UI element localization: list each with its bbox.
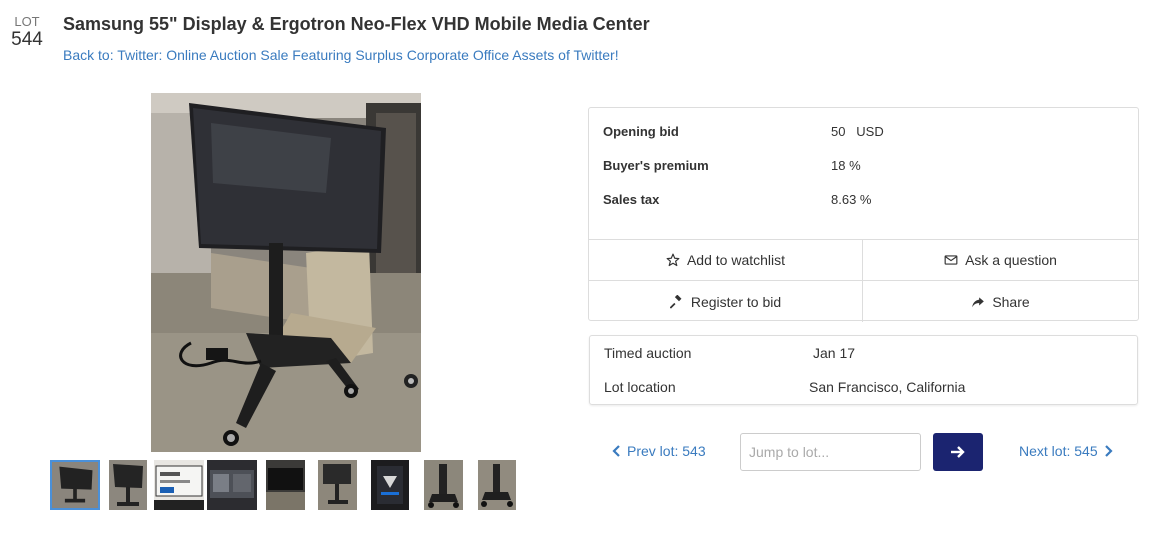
next-lot-link[interactable]: Next lot: 545 (1019, 443, 1114, 459)
auction-type-label: Timed auction (604, 345, 692, 361)
back-to-auction-link[interactable]: Back to: Twitter: Online Auction Sale Fe… (63, 47, 619, 63)
auction-info-card: Timed auction Jan 17 Lot location San Fr… (589, 335, 1138, 405)
page-title: Samsung 55" Display & Ergotron Neo-Flex … (63, 14, 650, 34)
register-to-bid-button[interactable]: Register to bid (589, 281, 863, 322)
thumbnail-9[interactable] (478, 460, 516, 510)
next-lot-label: Next lot: 545 (1019, 443, 1098, 459)
share-icon (972, 296, 985, 307)
add-to-watchlist-label: Add to watchlist (686, 252, 786, 268)
lot-badge: LOT 544 (10, 14, 44, 51)
thumbnail-1[interactable] (50, 460, 100, 510)
sales-tax-value: 8.63 % (831, 192, 872, 207)
thumbnail-3[interactable] (154, 460, 204, 510)
ask-question-label: Ask a question (965, 252, 1057, 268)
main-lot-photo (151, 93, 421, 452)
share-label: Share (992, 293, 1030, 310)
register-to-bid-label: Register to bid (690, 293, 782, 310)
add-to-watchlist-button[interactable]: Add to watchlist (589, 240, 863, 281)
lot-location-value: San Francisco, California (809, 379, 966, 395)
opening-bid-label: Opening bid (603, 124, 679, 139)
thumbnail-6[interactable] (318, 460, 357, 510)
sales-tax-label: Sales tax (603, 192, 660, 207)
gavel-icon (669, 294, 682, 309)
thumbnail-2[interactable] (109, 460, 147, 510)
chevron-right-icon (1104, 445, 1113, 457)
jump-go-button[interactable] (933, 433, 983, 471)
thumbnail-7[interactable] (371, 460, 409, 510)
share-button[interactable]: Share (863, 281, 1138, 322)
star-icon (666, 253, 680, 267)
main-lot-image[interactable] (151, 93, 421, 452)
buyers-premium-label: Buyer's premium (603, 158, 709, 173)
arrow-right-icon (951, 446, 965, 458)
opening-bid-value: 50 USD (831, 124, 884, 139)
thumbnail-8[interactable] (424, 460, 463, 510)
envelope-icon (944, 255, 958, 265)
buyers-premium-value: 18 % (831, 158, 861, 173)
lot-label: LOT (14, 14, 40, 29)
chevron-left-icon (612, 445, 620, 457)
prev-lot-label: Prev lot: 543 (627, 443, 706, 459)
prev-lot-link[interactable]: Prev lot: 543 (611, 443, 706, 459)
thumbnail-strip (50, 460, 530, 510)
lot-number: 544 (11, 29, 43, 50)
thumbnail-5[interactable] (266, 460, 305, 510)
action-grid: Add to watchlist Ask a question Register… (589, 239, 1138, 322)
ask-question-button[interactable]: Ask a question (863, 240, 1138, 281)
jump-to-lot-input[interactable] (740, 433, 921, 471)
lot-location-label: Lot location (604, 379, 676, 395)
auction-date-value: Jan 17 (813, 345, 856, 361)
bid-info-card: Opening bid 50 USD Buyer's premium 18 % … (588, 107, 1139, 322)
thumbnail-4[interactable] (207, 460, 257, 510)
